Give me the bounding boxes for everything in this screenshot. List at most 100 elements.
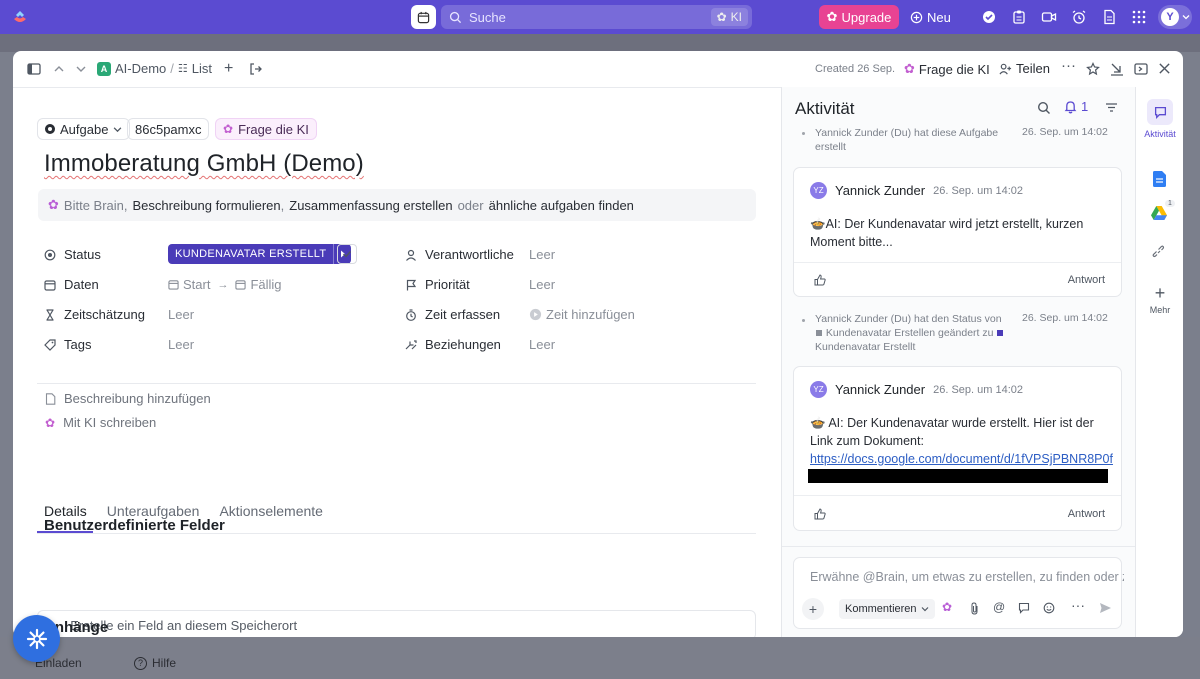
move-icon[interactable] xyxy=(249,62,263,76)
brain-prefix: Bitte Brain, xyxy=(63,197,128,213)
add-time-button[interactable]: Zeit hinzufügen xyxy=(529,307,635,322)
tab-action-items[interactable]: Aktionselemente xyxy=(219,503,323,519)
send-icon[interactable] xyxy=(1099,602,1112,614)
task-id-chip[interactable]: 86c5pamxc xyxy=(127,118,210,140)
brain-write-description[interactable]: Beschreibung formulieren xyxy=(133,198,281,213)
breadcrumb-list[interactable]: List xyxy=(192,61,212,76)
brain-or: oder xyxy=(457,197,484,213)
task-title[interactable]: Immoberatung GmbH (Demo) xyxy=(44,150,364,178)
arrow-right-icon: → xyxy=(217,278,229,291)
flag-icon xyxy=(406,279,417,290)
task-type-dropdown[interactable]: Aufgabe xyxy=(37,118,131,140)
search-ki-button[interactable]: ✿ KI xyxy=(710,8,748,26)
emoji-icon[interactable] xyxy=(1043,602,1055,614)
comment-author[interactable]: Yannick Zunder xyxy=(835,183,925,198)
comment-icon[interactable] xyxy=(1018,602,1030,614)
more-dots-icon[interactable]: ··· xyxy=(1071,597,1085,613)
ai-sparkle-icon[interactable]: ✿ xyxy=(942,600,952,614)
chevron-up-icon[interactable] xyxy=(53,63,65,75)
write-with-ai-button[interactable]: ✿ Mit KI schreiben xyxy=(45,415,156,430)
new-button[interactable]: Neu xyxy=(910,5,951,29)
task-modal: A AI-Demo / ☷ List + Created 26 Sep. ✿ F… xyxy=(13,51,1183,637)
comment-input[interactable]: Erwähne @Brain, um etwas zu erstellen, z… xyxy=(810,570,1124,584)
share-button[interactable]: Teilen xyxy=(999,61,1050,76)
calendar-icon xyxy=(417,11,430,23)
relations-label: Beziehungen xyxy=(425,337,501,352)
check-circle-icon[interactable] xyxy=(981,9,997,25)
chevron-down-icon xyxy=(921,607,928,612)
close-icon[interactable] xyxy=(1158,62,1171,75)
clickup-logo-icon[interactable] xyxy=(12,9,28,25)
brain-suggestions-bar: ✿ Bitte Brain, Beschreibung formulieren,… xyxy=(38,189,756,221)
link-icon[interactable] xyxy=(1152,245,1166,259)
apps-grid-icon[interactable] xyxy=(1131,9,1147,25)
complete-task-button[interactable] xyxy=(337,244,357,264)
help-link[interactable]: ? Hilfe xyxy=(134,656,176,670)
filter-icon[interactable] xyxy=(1105,101,1118,114)
google-docs-link[interactable]: https://docs.google.com/document/d/1fVPS… xyxy=(810,452,1113,466)
assignee-value[interactable]: Leer xyxy=(529,247,555,262)
sidebar-toggle-icon[interactable] xyxy=(27,62,41,76)
notifications-button[interactable]: 1 xyxy=(1064,99,1088,114)
due-date[interactable]: Fällig xyxy=(250,277,281,292)
dates-value[interactable]: Start → Fällig xyxy=(168,277,282,292)
search-bar[interactable]: Suche ✿ KI xyxy=(441,5,752,29)
google-docs-icon[interactable] xyxy=(1153,171,1166,187)
clipboard-icon[interactable] xyxy=(1011,9,1027,25)
thumbs-up-icon[interactable] xyxy=(814,274,826,286)
brain-find-similar[interactable]: ähnliche aufgaben finden xyxy=(489,198,634,213)
thumbs-up-icon[interactable] xyxy=(814,508,826,520)
comment-mode-dropdown[interactable]: Kommentieren xyxy=(839,599,935,619)
star-icon[interactable] xyxy=(1086,62,1100,76)
reply-button[interactable]: Antwort xyxy=(1068,508,1105,520)
rail-more-button[interactable]: + Mehr xyxy=(1141,283,1179,315)
collapse-icon[interactable] xyxy=(1110,62,1124,76)
priority-value[interactable]: Leer xyxy=(529,277,555,292)
panel-icon[interactable] xyxy=(1134,62,1148,76)
status-label: Status xyxy=(64,247,101,262)
video-icon[interactable] xyxy=(1041,9,1057,25)
upgrade-button[interactable]: ✿ Upgrade xyxy=(819,5,899,29)
plus-icon: + xyxy=(1154,283,1166,303)
brain-summarize[interactable]: Zusammenfassung erstellen xyxy=(289,198,452,213)
assistant-fab[interactable] xyxy=(13,615,60,662)
paperclip-icon[interactable] xyxy=(969,602,980,615)
reply-button[interactable]: Antwort xyxy=(1068,274,1105,286)
avatar: Y xyxy=(1161,8,1179,26)
chevron-down-icon xyxy=(1182,15,1190,20)
rail-activity-button[interactable]: Aktivität xyxy=(1141,99,1179,139)
user-avatar-button[interactable]: Y xyxy=(1158,5,1192,29)
add-description-button[interactable]: Beschreibung hinzufügen xyxy=(45,391,211,406)
search-icon xyxy=(449,11,462,23)
add-custom-field-button[interactable]: + Erstelle ein Feld an diesem Speicheror… xyxy=(37,610,756,637)
document-icon[interactable] xyxy=(1101,9,1117,25)
add-icon[interactable]: + xyxy=(224,61,233,77)
ask-ai-header-button[interactable]: ✿ Frage die KI xyxy=(904,61,990,77)
activity-event-date: 26. Sep. um 14:02 xyxy=(1022,126,1108,138)
breadcrumb-workspace[interactable]: AI-Demo xyxy=(115,61,166,76)
comment-header: YZ Yannick Zunder 26. Sep. um 14:02 xyxy=(810,182,1023,199)
status-square-icon xyxy=(997,330,1004,336)
comment-composer: Erwähne @Brain, um etwas zu erstellen, z… xyxy=(793,557,1124,629)
search-icon[interactable] xyxy=(1037,101,1051,115)
activity-event-created: Yannick Zunder (Du) hat diese Aufgabe er… xyxy=(815,127,999,153)
chevron-down-icon[interactable] xyxy=(75,63,87,75)
tags-value[interactable]: Leer xyxy=(168,337,194,352)
assignee-label: Verantwortliche xyxy=(425,247,514,262)
calendar-button[interactable] xyxy=(411,5,436,29)
alarm-clock-icon[interactable] xyxy=(1071,9,1087,25)
mention-icon[interactable]: @ xyxy=(993,600,1005,614)
comment-author[interactable]: Yannick Zunder xyxy=(835,382,925,397)
estimate-label: Zeitschätzung xyxy=(64,307,145,322)
new-label: Neu xyxy=(927,9,951,25)
relations-value[interactable]: Leer xyxy=(529,337,555,352)
composer-add-button[interactable]: + xyxy=(802,598,824,620)
start-date[interactable]: Start xyxy=(183,277,210,292)
ask-ai-button[interactable]: ✿ Frage die KI xyxy=(215,118,317,140)
status-dropdown[interactable]: KUNDENAVATAR ERSTELLT xyxy=(168,244,352,264)
google-drive-button[interactable]: 1 xyxy=(1151,200,1175,222)
estimate-value[interactable]: Leer xyxy=(168,307,194,322)
background-footer xyxy=(0,637,1200,679)
play-circle-icon xyxy=(529,308,542,321)
more-dots-icon[interactable]: ··· xyxy=(1061,57,1076,74)
